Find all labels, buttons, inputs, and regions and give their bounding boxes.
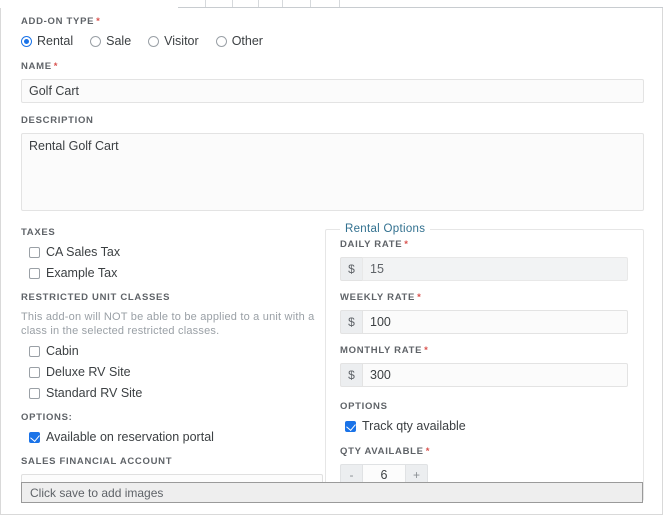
checkbox-icon[interactable] xyxy=(345,421,356,432)
checkbox-ca-sales-tax[interactable]: CA Sales Tax xyxy=(29,245,325,259)
name-label: NAME* xyxy=(21,61,644,73)
qty-available-label: QTY AVAILABLE* xyxy=(340,446,629,458)
partial-table-row xyxy=(178,0,663,8)
addon-form-card: ADD-ON TYPE* Rental Sale Visitor Other xyxy=(0,8,663,515)
checkbox-icon[interactable] xyxy=(29,432,40,443)
add-images-text: Click save to add images xyxy=(30,486,163,500)
checkbox-label: Cabin xyxy=(46,344,79,358)
monthly-rate-group: MONTHLY RATE* $ xyxy=(340,345,629,387)
table-cell xyxy=(340,0,663,7)
checkbox-icon[interactable] xyxy=(29,388,40,399)
description-textarea[interactable]: Rental Golf Cart xyxy=(21,133,644,211)
required-asterisk: * xyxy=(54,61,58,72)
daily-rate-group: DAILY RATE* $ xyxy=(340,239,629,281)
checkbox-label: CA Sales Tax xyxy=(46,245,120,259)
radio-option-rental[interactable]: Rental xyxy=(21,34,73,48)
currency-prefix: $ xyxy=(340,310,362,334)
qty-available-label-text: QTY AVAILABLE xyxy=(340,446,424,457)
weekly-rate-input-wrapper: $ xyxy=(340,310,628,334)
checkbox-icon[interactable] xyxy=(29,247,40,258)
addon-type-label-text: ADD-ON TYPE xyxy=(21,16,94,27)
required-asterisk: * xyxy=(404,239,408,250)
required-asterisk: * xyxy=(96,16,100,27)
table-cell xyxy=(259,0,283,7)
weekly-rate-label: WEEKLY RATE* xyxy=(340,292,629,304)
radio-label: Other xyxy=(232,34,263,48)
radio-dot-icon[interactable] xyxy=(21,36,32,47)
checkbox-label: Available on reservation portal xyxy=(46,430,214,444)
daily-rate-input-wrapper: $ xyxy=(340,257,628,281)
name-field-group: NAME* xyxy=(21,61,644,103)
table-cell xyxy=(178,0,206,7)
left-column: TAXES CA Sales Tax Example Tax RESTRICTE… xyxy=(21,223,325,501)
required-asterisk: * xyxy=(426,446,430,457)
addon-type-label: ADD-ON TYPE* xyxy=(21,16,644,28)
monthly-rate-input-wrapper: $ xyxy=(340,363,628,387)
addon-type-radio-group[interactable]: Rental Sale Visitor Other xyxy=(21,34,644,48)
checkbox-label: Track qty available xyxy=(362,419,466,433)
radio-option-sale[interactable]: Sale xyxy=(90,34,131,48)
required-asterisk: * xyxy=(417,292,421,303)
weekly-rate-input[interactable] xyxy=(362,310,628,334)
monthly-rate-label: MONTHLY RATE* xyxy=(340,345,629,357)
description-field-group: DESCRIPTION Rental Golf Cart xyxy=(21,115,644,211)
checkbox-standard-rv-site[interactable]: Standard RV Site xyxy=(29,386,325,400)
radio-label: Sale xyxy=(106,34,131,48)
form-columns: TAXES CA Sales Tax Example Tax RESTRICTE… xyxy=(21,223,644,501)
currency-prefix: $ xyxy=(340,257,362,281)
weekly-rate-group: WEEKLY RATE* $ xyxy=(340,292,629,334)
options-label: OPTIONS: xyxy=(21,412,325,424)
table-cell xyxy=(233,0,259,7)
sales-financial-account-label: SALES FINANCIAL ACCOUNT xyxy=(21,456,325,468)
taxes-label: TAXES xyxy=(21,227,325,239)
restricted-unit-classes-helper: This add-on will NOT be able to be appli… xyxy=(21,310,325,338)
radio-option-other[interactable]: Other xyxy=(216,34,263,48)
addon-form: ADD-ON TYPE* Rental Sale Visitor Other xyxy=(1,8,662,501)
checkbox-label: Deluxe RV Site xyxy=(46,365,131,379)
name-label-text: NAME xyxy=(21,61,52,72)
checkbox-cabin[interactable]: Cabin xyxy=(29,344,325,358)
restricted-unit-classes-label: RESTRICTED UNIT CLASSES xyxy=(21,292,325,304)
checkbox-available-on-reservation-portal[interactable]: Available on reservation portal xyxy=(29,430,325,444)
checkbox-label: Standard RV Site xyxy=(46,386,142,400)
rental-options-fieldset: Rental Options DAILY RATE* $ WEEKLY RATE… xyxy=(325,223,644,501)
checkbox-icon[interactable] xyxy=(29,367,40,378)
table-cell xyxy=(283,0,311,7)
checkbox-deluxe-rv-site[interactable]: Deluxe RV Site xyxy=(29,365,325,379)
monthly-rate-input[interactable] xyxy=(362,363,628,387)
add-images-bar[interactable]: Click save to add images xyxy=(21,482,643,503)
daily-rate-input[interactable] xyxy=(362,257,628,281)
checkbox-example-tax[interactable]: Example Tax xyxy=(29,266,325,280)
table-cell xyxy=(206,0,233,7)
radio-dot-icon[interactable] xyxy=(90,36,101,47)
rental-options-legend: Rental Options xyxy=(340,223,430,235)
rental-options-sub-label: OPTIONS xyxy=(340,401,629,413)
required-asterisk: * xyxy=(424,345,428,356)
radio-label: Rental xyxy=(37,34,73,48)
partial-table-sliver xyxy=(0,0,663,8)
checkbox-label: Example Tax xyxy=(46,266,117,280)
table-cell xyxy=(311,0,340,7)
weekly-rate-label-text: WEEKLY RATE xyxy=(340,292,415,303)
checkbox-icon[interactable] xyxy=(29,346,40,357)
description-label: DESCRIPTION xyxy=(21,115,644,127)
monthly-rate-label-text: MONTHLY RATE xyxy=(340,345,422,356)
name-input[interactable] xyxy=(21,79,644,103)
checkbox-icon[interactable] xyxy=(29,268,40,279)
radio-dot-icon[interactable] xyxy=(216,36,227,47)
daily-rate-label-text: DAILY RATE xyxy=(340,239,402,250)
checkbox-track-qty-available[interactable]: Track qty available xyxy=(345,419,629,433)
radio-label: Visitor xyxy=(164,34,199,48)
currency-prefix: $ xyxy=(340,363,362,387)
daily-rate-label: DAILY RATE* xyxy=(340,239,629,251)
radio-dot-icon[interactable] xyxy=(148,36,159,47)
radio-option-visitor[interactable]: Visitor xyxy=(148,34,199,48)
right-column: Rental Options DAILY RATE* $ WEEKLY RATE… xyxy=(325,223,644,501)
